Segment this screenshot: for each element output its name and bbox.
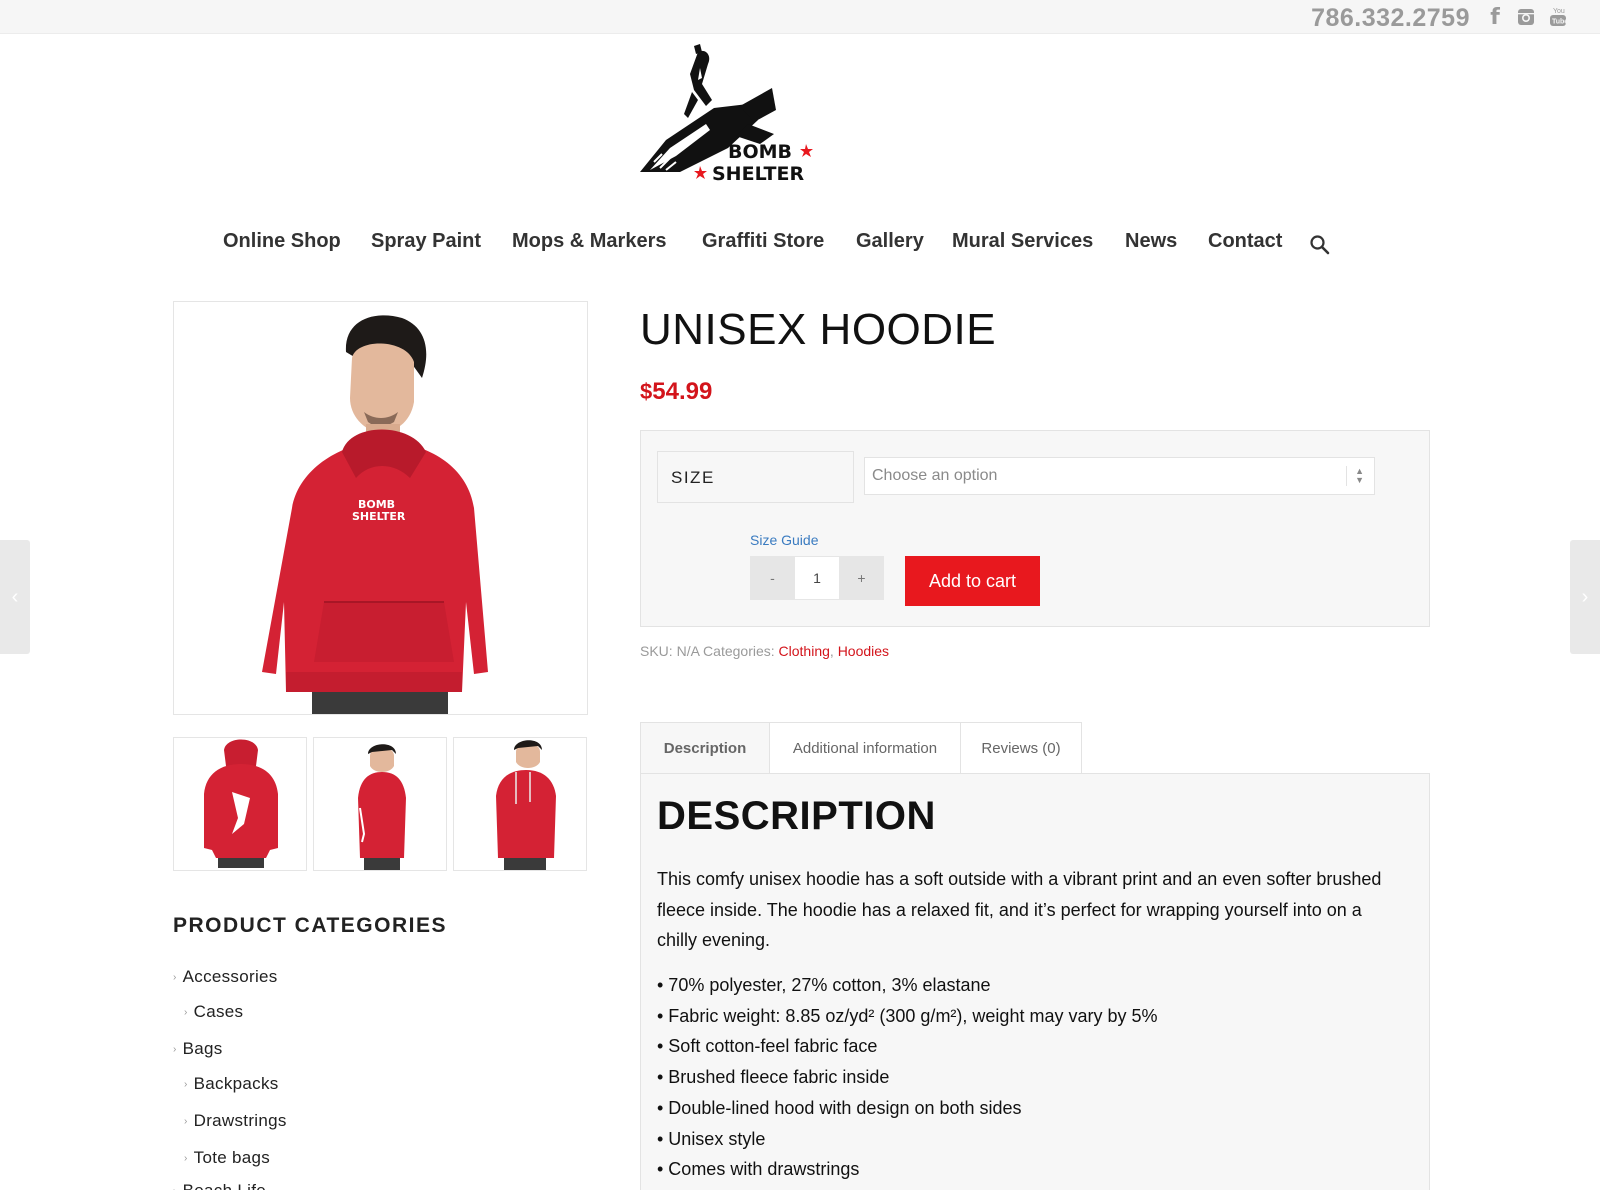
description-panel: DESCRIPTION This comfy unisex hoodie has… bbox=[640, 773, 1430, 1190]
search-icon[interactable] bbox=[1309, 234, 1331, 256]
next-product-arrow[interactable]: › bbox=[1570, 540, 1600, 654]
tab-additional-information[interactable]: Additional information bbox=[769, 722, 961, 773]
list-item: • Comes with drawstrings bbox=[657, 1159, 860, 1180]
variation-form: SIZE Choose an option ▲ ▼ Size Guide - 1 … bbox=[640, 430, 1430, 627]
product-thumbnail-angle[interactable] bbox=[453, 737, 587, 871]
sku-value: N/A bbox=[676, 643, 700, 659]
bullet-icon: › bbox=[173, 1044, 177, 1055]
category-link-hoodies[interactable]: Hoodies bbox=[838, 643, 889, 659]
product-title: UNISEX HOODIE bbox=[640, 305, 997, 354]
product-meta: SKU: N/A Categories: Clothing, Hoodies bbox=[640, 643, 889, 659]
category-accessories[interactable]: › Accessories bbox=[173, 967, 278, 987]
product-main-image[interactable]: BOMB SHELTER bbox=[173, 301, 588, 715]
select-arrows-icon: ▲ ▼ bbox=[1346, 466, 1364, 486]
bullet-icon: › bbox=[184, 1153, 188, 1164]
category-label: Accessories bbox=[182, 967, 278, 986]
category-tote-bags[interactable]: › Tote bags bbox=[184, 1148, 270, 1168]
youtube-icon[interactable]: You Tube bbox=[1549, 6, 1567, 28]
category-beach-life[interactable]: › Beach Life bbox=[173, 1181, 266, 1190]
price-currency: $ bbox=[640, 379, 653, 404]
nav-item-news[interactable]: News bbox=[1125, 230, 1177, 253]
nav-item-mural-services[interactable]: Mural Services bbox=[952, 230, 1093, 253]
svg-text:You: You bbox=[1553, 8, 1565, 15]
product-thumbnail-back[interactable] bbox=[173, 737, 307, 871]
site-logo[interactable]: BOMB SHELTER bbox=[636, 44, 822, 190]
size-guide-link[interactable]: Size Guide bbox=[750, 532, 818, 548]
bullet-icon: › bbox=[184, 1007, 188, 1018]
nav-item-mops-markers[interactable]: Mops & Markers bbox=[512, 230, 667, 253]
nav-item-graffiti-store[interactable]: Graffiti Store bbox=[702, 230, 824, 253]
nav-item-contact[interactable]: Contact bbox=[1208, 230, 1282, 253]
logo-text-line1: BOMB bbox=[728, 141, 792, 163]
category-cases[interactable]: › Cases bbox=[184, 1002, 243, 1022]
meta-separator: , bbox=[829, 643, 838, 659]
categories-label: Categories: bbox=[703, 643, 775, 659]
tab-description[interactable]: Description bbox=[640, 722, 770, 774]
category-bags[interactable]: › Bags bbox=[173, 1039, 223, 1059]
category-label: Tote bags bbox=[193, 1148, 271, 1167]
quantity-plus-button[interactable]: + bbox=[839, 556, 884, 600]
size-label: SIZE bbox=[657, 451, 854, 503]
chevron-left-icon: ‹ bbox=[11, 585, 19, 608]
logo-text-line2: SHELTER bbox=[712, 163, 804, 185]
quantity-minus-button[interactable]: - bbox=[750, 556, 795, 600]
product-price: $54.99 bbox=[640, 378, 712, 406]
nav-item-spray-paint[interactable]: Spray Paint bbox=[371, 230, 481, 253]
size-select-value: Choose an option bbox=[872, 467, 998, 484]
chevron-right-icon: › bbox=[1581, 585, 1589, 608]
list-item: • Unisex style bbox=[657, 1128, 766, 1149]
tab-reviews[interactable]: Reviews (0) bbox=[960, 722, 1082, 773]
category-label: Drawstrings bbox=[193, 1111, 287, 1130]
list-item: • Double-lined hood with design on both … bbox=[657, 1097, 1022, 1118]
add-to-cart-button[interactable]: Add to cart bbox=[905, 556, 1040, 606]
bullet-icon: › bbox=[184, 1079, 188, 1090]
top-bar: 786.332.2759 f You Tube bbox=[0, 0, 1600, 34]
nav-item-online-shop[interactable]: Online Shop bbox=[223, 230, 341, 253]
instagram-icon[interactable] bbox=[1517, 6, 1535, 28]
description-heading: DESCRIPTION bbox=[657, 794, 936, 838]
list-item: • 70% polyester, 27% cotton, 3% elastane bbox=[657, 975, 991, 995]
description-bullets: • 70% polyester, 27% cotton, 3% elastane… bbox=[657, 970, 1158, 1185]
category-label: Beach Life bbox=[183, 1181, 266, 1190]
main-nav: Online Shop Spray Paint Mops & Markers G… bbox=[0, 230, 1600, 270]
product-thumbnail-side[interactable] bbox=[313, 737, 447, 871]
list-item: • Soft cotton-feel fabric face bbox=[657, 1036, 878, 1057]
price-amount: 54.99 bbox=[652, 378, 713, 405]
description-text: This comfy unisex hoodie has a soft outs… bbox=[657, 869, 1382, 950]
category-label: Cases bbox=[193, 1002, 244, 1021]
facebook-icon[interactable]: f bbox=[1486, 5, 1504, 30]
category-link-clothing[interactable]: Clothing bbox=[779, 643, 830, 659]
bullet-icon: › bbox=[173, 1186, 177, 1190]
quantity-input[interactable]: 1 bbox=[795, 556, 839, 600]
list-item: • Fabric weight: 8.85 oz/yd² (300 g/m²),… bbox=[657, 1005, 1158, 1026]
svg-text:Tube: Tube bbox=[1552, 19, 1567, 26]
phone-number[interactable]: 786.332.2759 bbox=[1311, 4, 1470, 33]
product-categories-heading: PRODUCT CATEGORIES bbox=[173, 914, 447, 937]
category-label: Bags bbox=[182, 1039, 223, 1058]
category-drawstrings[interactable]: › Drawstrings bbox=[184, 1111, 287, 1131]
category-backpacks[interactable]: › Backpacks bbox=[184, 1074, 279, 1094]
list-item: • Brushed fleece fabric inside bbox=[657, 1067, 890, 1088]
bullet-icon: › bbox=[173, 972, 177, 983]
sku-label: SKU: bbox=[640, 643, 673, 659]
hoodie-print-line2: SHELTER bbox=[352, 510, 406, 523]
nav-item-gallery[interactable]: Gallery bbox=[856, 230, 924, 253]
category-label: Backpacks bbox=[193, 1074, 279, 1093]
bullet-icon: › bbox=[184, 1116, 188, 1127]
size-select[interactable]: Choose an option ▲ ▼ bbox=[864, 457, 1375, 495]
previous-product-arrow[interactable]: ‹ bbox=[0, 540, 30, 654]
